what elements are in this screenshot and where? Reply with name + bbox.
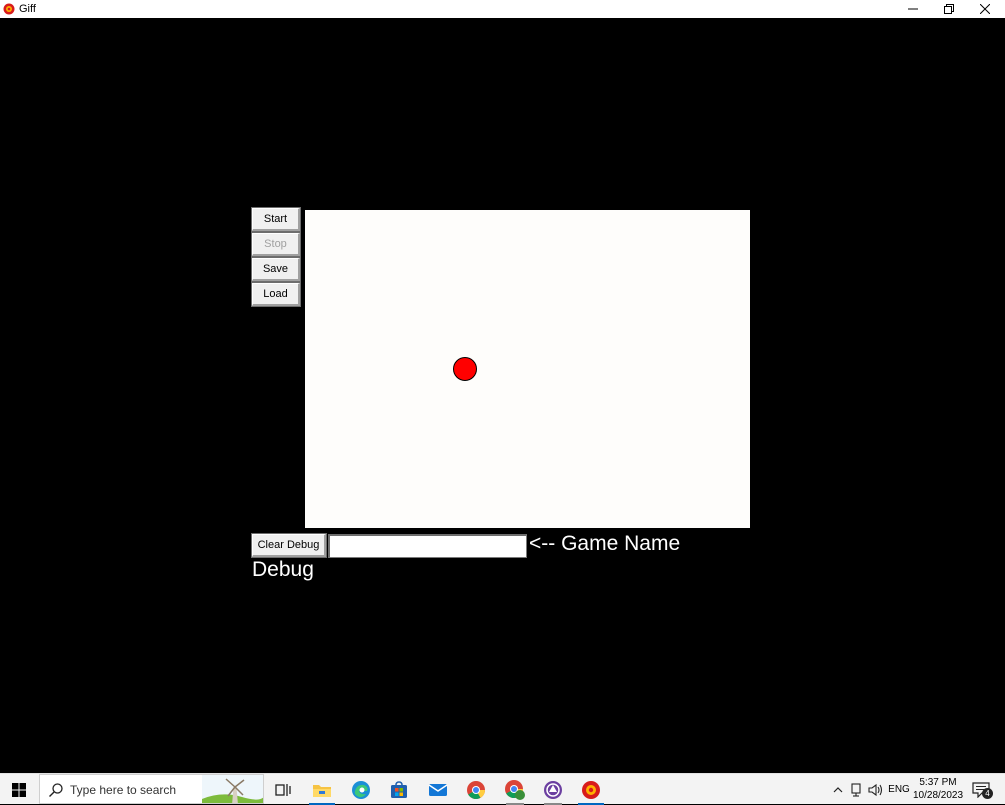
clock[interactable]: 5:37 PM 10/28/2023: [913, 776, 963, 802]
minimize-icon: [908, 8, 918, 10]
chevron-up-icon: [833, 786, 843, 792]
edge-button[interactable]: [342, 774, 380, 805]
app-icon: [544, 780, 562, 799]
close-icon: [980, 4, 990, 14]
mail-icon: [428, 783, 448, 796]
debug-output: Debug: [252, 558, 314, 581]
giff-app-icon: [582, 780, 600, 799]
volume-icon: [868, 783, 883, 796]
minimize-button[interactable]: [896, 0, 930, 18]
store-icon: [391, 780, 407, 798]
giff-taskbar-button[interactable]: [572, 774, 610, 805]
network-button[interactable]: [849, 774, 865, 805]
save-button[interactable]: Save: [251, 257, 301, 282]
chrome-icon: [467, 780, 485, 799]
file-explorer-button[interactable]: [303, 774, 341, 805]
title-bar: Giff: [0, 0, 1005, 18]
input-language[interactable]: ENG: [887, 774, 911, 805]
network-icon: [851, 782, 861, 797]
windmill-illustration-icon: [202, 775, 263, 803]
edge-icon: [352, 780, 370, 799]
chrome-profile-icon: [505, 779, 525, 800]
red-ball: [453, 357, 477, 381]
taskbar-search-box[interactable]: Type here to search: [39, 774, 264, 804]
stop-button[interactable]: Stop: [251, 232, 301, 257]
store-button[interactable]: [380, 774, 418, 805]
taskbar: Type here to search ENG 5:37 PM 10/28/20…: [0, 773, 1005, 805]
restore-icon: [944, 4, 954, 14]
task-view-icon: [275, 783, 291, 796]
load-button[interactable]: Load: [251, 282, 301, 307]
game-canvas[interactable]: [305, 210, 750, 528]
notification-badge: 4: [982, 788, 993, 799]
app-stage: Start Stop Save Load Clear Debug <-- Gam…: [0, 18, 1005, 773]
giff-app-icon: [3, 3, 15, 15]
show-hidden-icons-button[interactable]: [830, 774, 846, 805]
game-name-hint: <-- Game Name: [529, 532, 681, 555]
file-explorer-icon: [313, 784, 331, 797]
app-button[interactable]: [534, 774, 572, 805]
clear-debug-button[interactable]: Clear Debug: [251, 533, 327, 558]
search-placeholder: Type here to search: [70, 783, 177, 797]
mail-button[interactable]: [419, 774, 457, 805]
restore-button[interactable]: [932, 0, 966, 18]
task-view-button[interactable]: [264, 774, 302, 805]
window-title: Giff: [19, 3, 36, 15]
notification-center-button[interactable]: 4: [968, 774, 994, 805]
start-button[interactable]: Start: [251, 207, 301, 232]
volume-button[interactable]: [867, 774, 885, 805]
search-icon: [49, 783, 63, 797]
windows-logo-icon: [12, 782, 26, 797]
clock-time: 5:37 PM: [919, 777, 957, 788]
close-button[interactable]: [968, 0, 1002, 18]
chrome-button[interactable]: [457, 774, 495, 805]
game-name-input[interactable]: [328, 534, 527, 558]
chrome-profile-button[interactable]: [496, 774, 534, 805]
windows-start-button[interactable]: [0, 774, 38, 805]
clock-date: 10/28/2023: [913, 790, 964, 801]
